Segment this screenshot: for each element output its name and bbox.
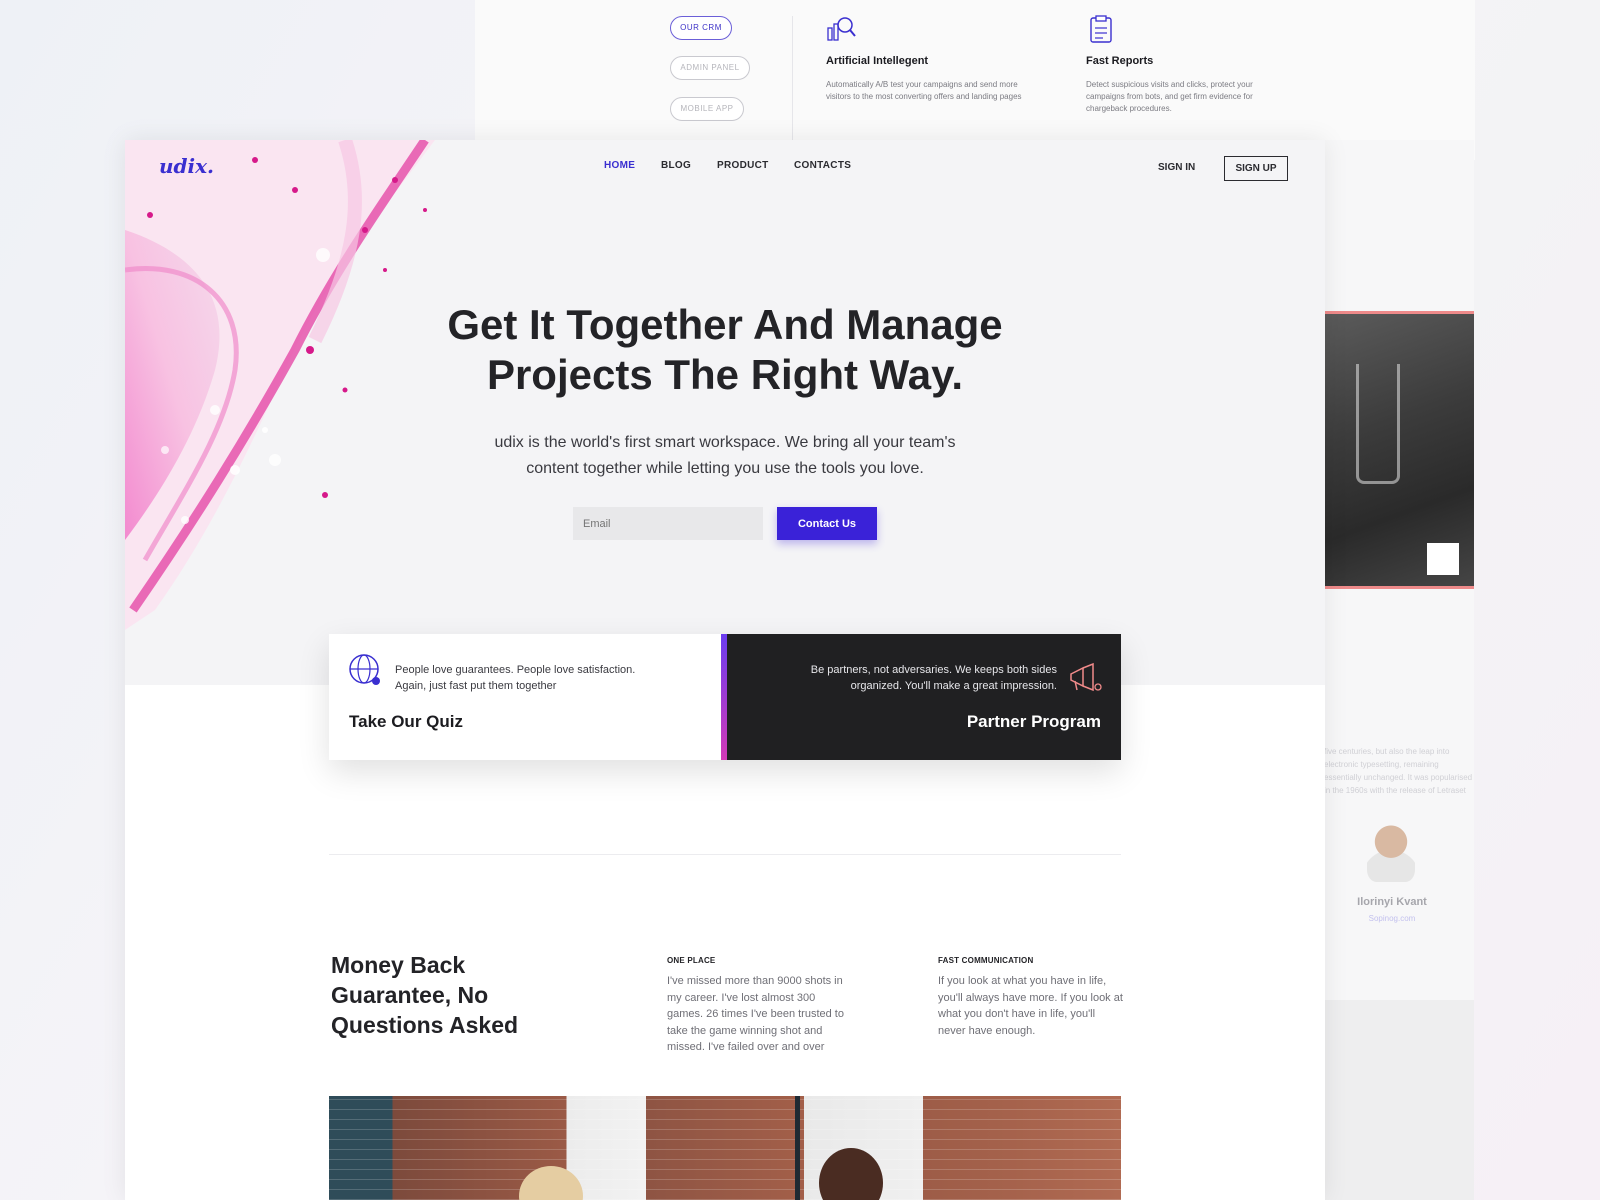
column-heading: ONE PLACE — [667, 956, 716, 965]
hero-section: udix. HOME BLOG PRODUCT CONTACTS SIGN IN… — [125, 140, 1325, 685]
background-side-lower — [1324, 1000, 1474, 1200]
column-heading: FAST COMMUNICATION — [938, 956, 1034, 965]
globe-quiz-icon — [349, 654, 380, 685]
testimonial-name: Ilorinyi Kvant — [1357, 896, 1427, 908]
section-divider — [329, 854, 1121, 855]
megaphone-icon — [1070, 662, 1102, 692]
guarantee-title-line: Guarantee, No — [331, 982, 489, 1008]
feature-title: Fast Reports — [1086, 55, 1154, 67]
feature-text: Automatically A/B test your campaigns an… — [826, 80, 1022, 101]
photo-pole — [795, 1096, 800, 1200]
email-input[interactable] — [573, 507, 763, 540]
clipboard-report-icon — [1090, 15, 1112, 43]
brick-texture — [329, 1096, 1121, 1200]
nav-product[interactable]: PRODUCT — [717, 160, 769, 171]
main-page: udix. HOME BLOG PRODUCT CONTACTS SIGN IN… — [125, 140, 1325, 1200]
nav-home[interactable]: HOME — [604, 160, 635, 171]
feature-title: Artificial Intellegent — [826, 55, 929, 67]
guarantee-title: Money Back Guarantee, No Questions Asked — [331, 950, 591, 1040]
hero-subtitle: udix is the world's first smart workspac… — [425, 430, 1025, 482]
side-testimonial-text: five centuries, but also the leap into e… — [1324, 747, 1473, 795]
quiz-card-title: Take Our Quiz — [349, 712, 463, 731]
tab-our-crm[interactable]: OUR CRM — [670, 16, 732, 40]
tab-admin-panel[interactable]: ADMIN PANEL — [670, 56, 750, 80]
hero-subtitle-line: content together while letting you use t… — [526, 460, 924, 477]
partner-card-title: Partner Program — [966, 712, 1101, 731]
team-photo — [329, 1096, 1121, 1200]
nav-contacts[interactable]: CONTACTS — [794, 160, 851, 171]
sign-up-button[interactable]: SIGN UP — [1224, 156, 1288, 181]
partner-card[interactable]: Be partners, not adversaries. We keeps b… — [721, 634, 1121, 760]
feature-text: Detect suspicious visits and clicks, pro… — [1086, 80, 1253, 113]
fluid-paint-art — [125, 140, 435, 630]
contact-us-button[interactable]: Contact Us — [777, 507, 877, 540]
nav-blog[interactable]: BLOG — [661, 160, 691, 171]
partner-card-text: Be partners, not adversaries. We keeps b… — [757, 662, 1057, 694]
photo-control[interactable] — [1427, 543, 1459, 575]
sign-in-link[interactable]: SIGN IN — [1158, 162, 1195, 173]
quiz-card[interactable]: People love guarantees. People love sati… — [329, 634, 721, 760]
partner-card-text-line: organized. You'll make a great impressio… — [850, 680, 1057, 692]
tab-mobile-app[interactable]: MOBILE APP — [670, 97, 744, 121]
vertical-divider — [792, 16, 793, 140]
hero-subtitle-line: udix is the world's first smart workspac… — [494, 434, 956, 451]
hero-title-line: Get It Together And Manage — [447, 301, 1003, 348]
column-text: If you look at what you have in life, yo… — [938, 975, 1123, 1037]
quiz-card-text-line: People love guarantees. People love sati… — [395, 664, 636, 676]
guarantee-title-line: Money Back — [331, 952, 466, 978]
partner-card-text-line: Be partners, not adversaries. We keeps b… — [810, 664, 1057, 676]
quiz-card-text-line: Again, just fast put them together — [395, 680, 557, 692]
side-photo — [1324, 311, 1474, 589]
testimonial-site-link[interactable]: Sopinog.com — [1324, 914, 1460, 923]
column-text: I've missed more than 9000 shots in my c… — [667, 975, 844, 1053]
analytics-search-icon — [827, 17, 856, 41]
avatar — [1367, 820, 1415, 882]
guarantee-title-line: Questions Asked — [331, 1012, 519, 1038]
hero-title: Get It Together And Manage Projects The … — [325, 300, 1125, 400]
quiz-card-text: People love guarantees. People love sati… — [395, 662, 695, 694]
hero-title-line: Projects The Right Way. — [486, 351, 964, 398]
glass-shape — [1356, 364, 1400, 484]
cta-cards: People love guarantees. People love sati… — [329, 634, 1121, 760]
logo[interactable]: udix. — [159, 154, 214, 178]
